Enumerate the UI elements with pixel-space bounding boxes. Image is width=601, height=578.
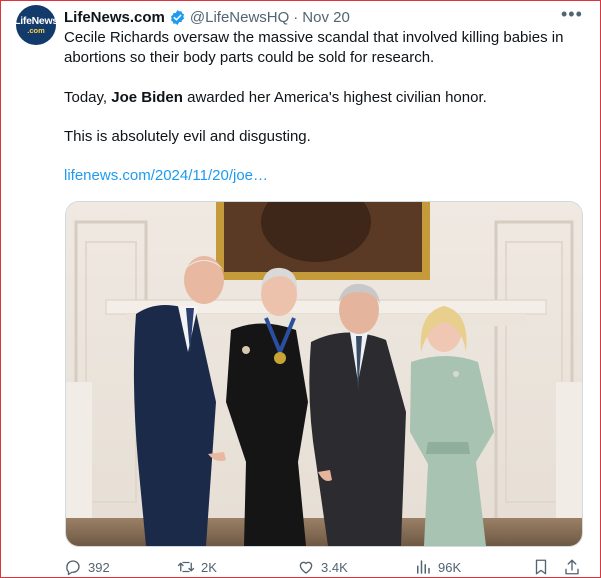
like-button[interactable]: 3.4K [297,558,348,576]
tweet-actions: 392 2K 3.4K 96K [64,558,584,578]
repost-icon [177,561,195,573]
share-button[interactable] [563,558,587,576]
reply-icon [66,560,80,576]
tweet-header: LifeNews.com @LifeNewsHQ · Nov 20 ••• [64,5,582,27]
more-options-icon[interactable]: ••• [561,5,582,27]
tweet-paragraph-3: This is absolutely evil and disgusting. [64,128,311,145]
reply-count: 392 [88,559,110,575]
repost-button[interactable]: 2K [177,558,217,576]
bookmark-button[interactable] [532,558,556,576]
repost-count: 2K [201,559,217,575]
share-icon [565,559,579,575]
separator-dot: · [293,8,299,26]
paragraph-2-end: awarded her America's highest civilian h… [182,89,487,106]
tweet-link[interactable]: lifenews.com/2024/11/20/joe… [64,166,584,186]
reply-button[interactable]: 392 [64,558,110,576]
tweet-text: Cecile Richards oversaw the massive scan… [64,28,584,186]
handle[interactable]: @LifeNewsHQ [190,9,289,26]
bookmark-icon [535,559,547,575]
avatar-text-line1: LifeNews [14,14,58,27]
photo-illustration [66,202,582,546]
tweet-paragraph-1: Cecile Richards oversaw the massive scan… [64,29,564,66]
display-name[interactable]: LifeNews.com [64,9,165,26]
avatar-text-line2: .com [27,26,45,35]
like-count: 3.4K [321,559,348,575]
views-count: 96K [438,559,462,575]
views-icon [417,560,430,574]
avatar[interactable]: LifeNews .com [14,5,58,45]
tweet-date[interactable]: Nov 20 [302,9,350,26]
tweet-photo[interactable] [65,201,583,547]
mention-joe-biden: Joe Biden [111,89,183,106]
verified-badge-icon [170,9,184,25]
tweet-paragraph-2: Today, Joe Biden awarded her America's h… [64,88,584,108]
paragraph-2-start: Today, [64,89,112,106]
views-button[interactable]: 96K [414,558,461,576]
heart-icon [299,561,313,574]
